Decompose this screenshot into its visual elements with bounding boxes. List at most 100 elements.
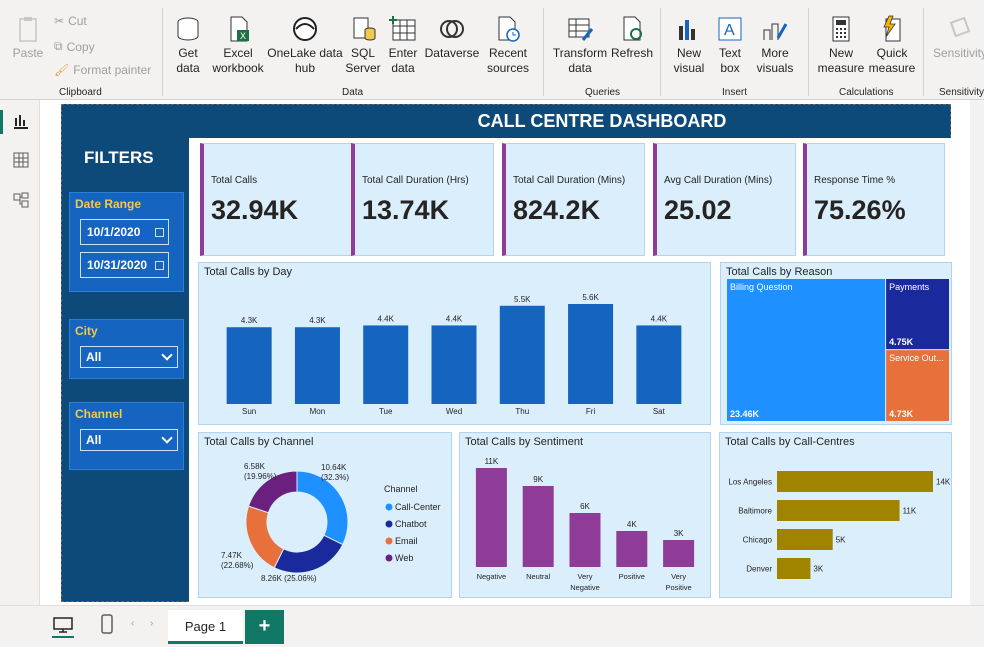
chevron-down-icon — [161, 349, 173, 361]
right-pane-collapsed — [970, 100, 984, 605]
copy-button[interactable]: ⧉ Copy — [54, 39, 95, 54]
insert-group-label: Insert — [722, 87, 748, 98]
calendar-icon[interactable] — [155, 228, 164, 237]
excel-icon: X — [223, 14, 253, 44]
sql-server-button[interactable]: SQL Server — [344, 14, 382, 76]
data-label: 10.64K — [321, 463, 347, 472]
calls-by-day-card[interactable]: Total Calls by Day 4.3K Sun 4.3K Mon 4.4K Tue… — [198, 262, 711, 425]
start-date-input[interactable]: 10/1/2020 — [80, 219, 169, 245]
model-view-icon[interactable] — [12, 191, 30, 209]
kpi-label: Total Call Duration (Hrs) — [362, 175, 469, 186]
bar[interactable] — [616, 531, 648, 567]
calls-by-centre-card[interactable]: Total Calls by Call-Centres Los Angeles 1… — [719, 432, 952, 598]
legend-marker[interactable] — [385, 554, 393, 562]
report-view-icon[interactable] — [12, 112, 30, 130]
view-rail — [0, 100, 40, 605]
data-label: 7.47K — [221, 551, 243, 560]
kpi-card-duration-mins[interactable]: Total Call Duration (Mins) 824.2K — [502, 143, 645, 256]
end-date-input[interactable]: 10/31/2020 — [80, 252, 169, 278]
excel-workbook-button[interactable]: X Excel workbook — [209, 14, 267, 76]
transform-icon — [565, 14, 595, 44]
bar[interactable] — [522, 486, 554, 567]
city-slicer: City All — [69, 319, 184, 379]
bar[interactable] — [226, 327, 272, 404]
data-label: 4.73K — [889, 409, 914, 419]
tick-label: Sun — [242, 407, 256, 416]
transform-data-button[interactable]: Transform data — [551, 14, 609, 76]
donut-slice[interactable] — [245, 505, 285, 569]
recent-sources-button[interactable]: Recent sources — [480, 14, 536, 76]
data-label: 4.75K — [889, 337, 914, 347]
kpi-card-total-calls[interactable]: Total Calls 32.94K — [200, 143, 353, 256]
bar[interactable] — [777, 558, 811, 579]
bar[interactable] — [777, 471, 933, 492]
add-page-button[interactable]: + — [245, 610, 284, 644]
legend-marker[interactable] — [385, 520, 393, 528]
new-measure-button[interactable]: New measure — [815, 14, 867, 76]
tab-page-1[interactable]: Page 1 — [168, 610, 243, 644]
dashboard-page: CALL CENTRE DASHBOARD FILTERS Date Range… — [61, 104, 952, 603]
kpi-card-response-time[interactable]: Response Time % 75.26% — [803, 143, 945, 256]
dataverse-button[interactable]: Dataverse — [424, 14, 480, 61]
mobile-view-icon[interactable] — [100, 614, 114, 634]
get-data-button[interactable]: Get data — [167, 14, 209, 76]
calls-by-channel-donut: 10.64K(32.3%) 8.26K (25.06%) 7.47K(22.68%)… — [221, 462, 441, 583]
prev-page-icon[interactable]: ‹ — [131, 618, 134, 629]
kpi-card-duration-hrs[interactable]: Total Call Duration (Hrs) 13.74K — [351, 143, 494, 256]
bar[interactable] — [569, 513, 601, 567]
city-dropdown[interactable]: All — [80, 346, 178, 368]
tick-label: Negative — [570, 583, 600, 592]
sensitivity-button[interactable]: Sensitivity — [930, 14, 984, 61]
kpi-card-avg-duration[interactable]: Avg Call Duration (Mins) 25.02 — [653, 143, 796, 256]
data-label: 11K — [485, 457, 499, 466]
bar[interactable] — [363, 325, 409, 404]
table-view-icon[interactable] — [12, 151, 30, 169]
calls-by-sentiment-chart: 11K Negative 9K Neutral 6K Very Negative 4K Posi… — [475, 457, 695, 592]
tile-label: Service Out... — [889, 353, 944, 363]
bar[interactable] — [568, 304, 614, 404]
data-label: 9K — [533, 475, 543, 484]
onelake-data-hub-button[interactable]: OneLake data hub — [266, 14, 344, 76]
calls-by-centre-chart: Los Angeles 14K Baltimore 11K Chicago 5K Denve… — [728, 471, 951, 579]
calls-by-sentiment-card[interactable]: Total Calls by Sentiment 11K Negative 9K Ne… — [459, 432, 711, 598]
bar[interactable] — [499, 305, 545, 404]
data-label: 4.4K — [446, 314, 463, 323]
data-label: 14K — [936, 478, 951, 487]
bar[interactable] — [777, 500, 900, 521]
bar[interactable] — [636, 325, 682, 404]
text-box-button[interactable]: A Text box — [710, 14, 750, 76]
quick-measure-button[interactable]: Quick measure — [867, 14, 917, 76]
clipboard-group-label: Clipboard — [59, 87, 102, 98]
more-visuals-button[interactable]: More visuals — [750, 14, 800, 76]
bar[interactable] — [777, 529, 833, 550]
refresh-button[interactable]: Refresh — [609, 14, 655, 61]
enter-data-button[interactable]: Enter data — [384, 14, 422, 76]
channel-dropdown[interactable]: All — [80, 429, 178, 451]
treemap-tile[interactable] — [727, 279, 886, 421]
kpi-value: 25.02 — [664, 195, 732, 225]
bar[interactable] — [663, 540, 695, 567]
legend-marker[interactable] — [385, 537, 393, 545]
calendar-icon[interactable] — [155, 261, 164, 270]
legend-marker[interactable] — [385, 503, 393, 511]
new-visual-button[interactable]: New visual — [668, 14, 710, 76]
next-page-icon[interactable]: › — [150, 618, 153, 629]
bar[interactable] — [431, 325, 477, 404]
cut-button[interactable]: ✂ Cut — [54, 14, 87, 28]
bar[interactable] — [294, 327, 340, 404]
bar[interactable] — [475, 468, 507, 567]
tick-label: Denver — [746, 565, 772, 574]
desktop-view-icon[interactable] — [52, 616, 74, 634]
calls-by-channel-card[interactable]: Total Calls by Channel 10.64K (32.3%) 8.26… — [198, 432, 452, 598]
dashboard-title: CALL CENTRE DASHBOARD — [477, 111, 727, 131]
kpi-label: Response Time % — [814, 175, 896, 186]
donut-slice[interactable] — [296, 470, 349, 546]
chart-title: Total Calls by Channel — [204, 436, 314, 448]
paste-button[interactable]: Paste — [8, 14, 48, 61]
kpi-value: 13.74K — [362, 195, 450, 225]
tick-label: Positive — [619, 572, 645, 581]
format-painter-button[interactable]: 🖌 Format painter — [54, 63, 151, 77]
divider — [162, 8, 163, 96]
calls-by-reason-card[interactable]: Total Calls by Reason Billing Question 23… — [720, 262, 952, 425]
donut-slice[interactable] — [273, 534, 344, 574]
